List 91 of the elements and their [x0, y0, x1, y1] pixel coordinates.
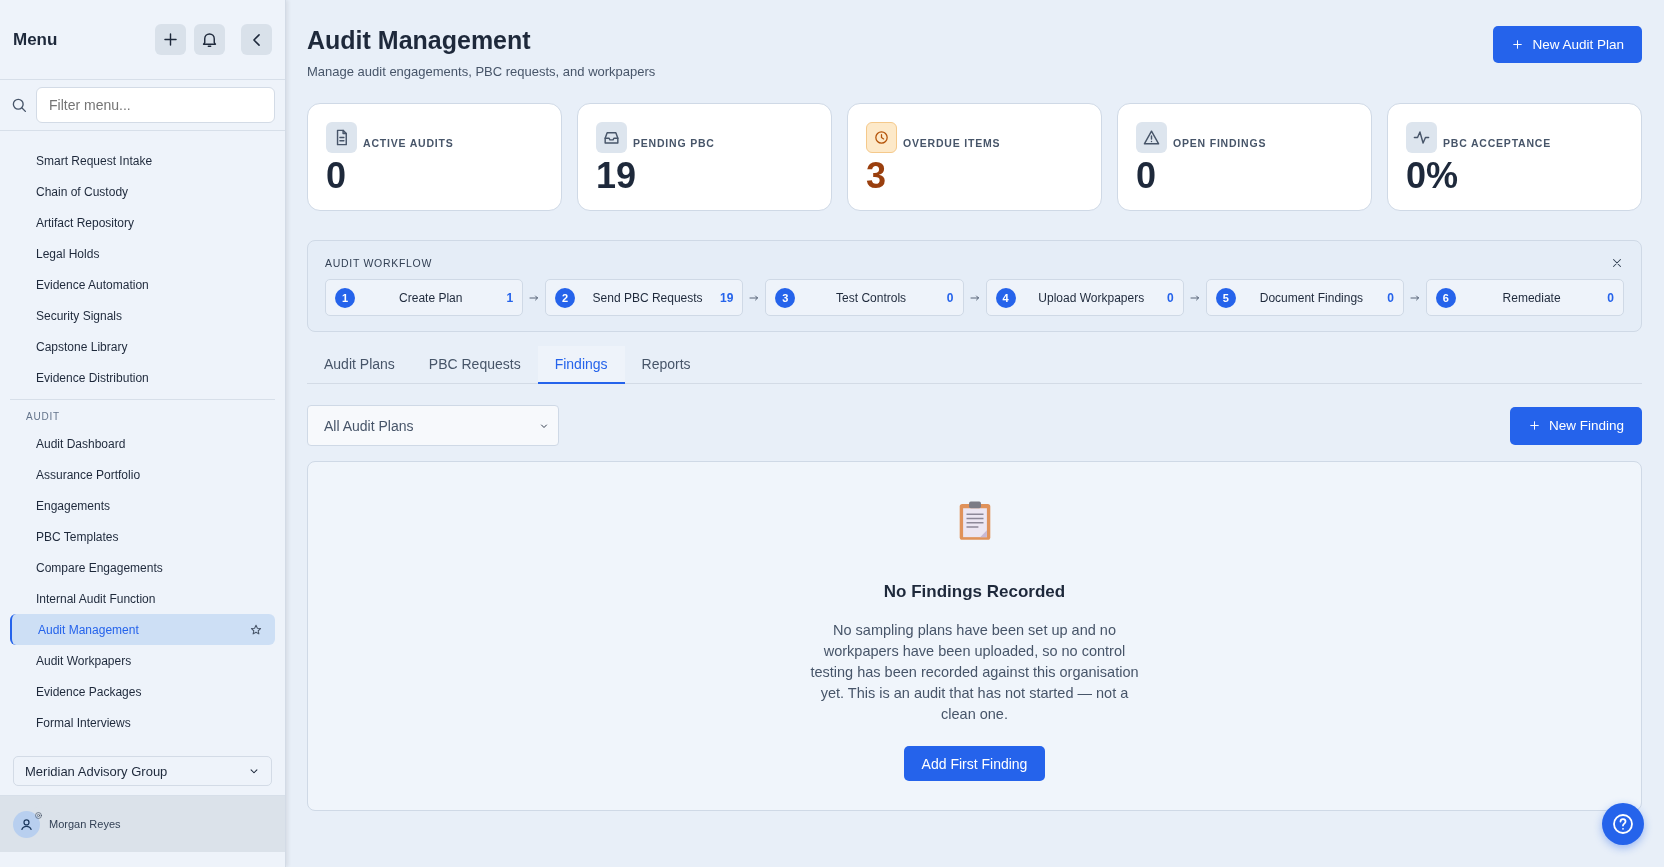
empty-state-message: No sampling plans have been set up and no workpapers have been uploaded, so no control testing has been recorded against this organisation yet. This is an audit that has not started — not a clean one. — [809, 621, 1140, 724]
stat-value: 0 — [326, 158, 348, 194]
sidebar-item[interactable]: Smart Request Intake — [10, 145, 275, 176]
page-title: Audit Management — [307, 26, 532, 55]
sidebar-item[interactable]: Audit Dashboard — [10, 428, 275, 459]
step-label: Remediate — [1501, 290, 1562, 305]
document-icon — [326, 122, 357, 153]
sidebar-item[interactable]: Security Signals — [10, 300, 275, 331]
stat-label: PENDING PBC — [633, 136, 715, 149]
sidebar-item[interactable]: Evidence Distribution — [10, 362, 275, 393]
plus-icon — [1527, 419, 1541, 432]
sidebar-item[interactable]: Formal Interviews — [10, 707, 275, 738]
help-button[interactable] — [1602, 803, 1644, 845]
step-label: Create Plan — [398, 290, 464, 305]
sidebar-item[interactable]: Artifact Repository — [10, 207, 275, 238]
add-first-finding-button[interactable]: Add First Finding — [903, 746, 1046, 781]
inbox-icon — [596, 122, 627, 153]
workflow-step[interactable]: 1 Create Plan 1 — [325, 279, 524, 316]
stat-value: 19 — [596, 158, 638, 194]
step-label: Document Findings — [1258, 290, 1365, 305]
step-count: 0 — [1607, 290, 1615, 305]
organization-select[interactable]: Meridian Advisory Group — [13, 756, 272, 786]
plus-icon — [1511, 38, 1525, 51]
workflow-step[interactable]: 4 Upload Workpapers 0 — [985, 279, 1184, 316]
step-number: 6 — [1435, 287, 1456, 308]
step-number: 1 — [335, 287, 355, 308]
search-icon — [10, 96, 28, 114]
workflow-title: AUDIT WORKFLOW — [325, 257, 433, 269]
step-number: 2 — [555, 287, 576, 308]
collapse-button[interactable] — [241, 24, 272, 55]
sidebar-item[interactable]: Evidence Packages — [10, 676, 275, 707]
stat-label: OVERDUE ITEMS — [903, 136, 1001, 149]
user-avatar[interactable] — [13, 810, 40, 838]
step-number: 4 — [995, 287, 1016, 308]
sidebar-item[interactable]: Compare Engagements — [10, 552, 275, 583]
filter-field[interactable]: Filter menu... — [36, 87, 275, 123]
tab[interactable]: Reports — [624, 346, 708, 384]
sidebar-item[interactable]: Assurance Portfolio — [10, 459, 275, 490]
workflow-step[interactable]: 2 Send PBC Requests 19 — [545, 279, 744, 316]
step-count: 0 — [1167, 290, 1174, 305]
new-audit-plan-button[interactable]: New Audit Plan — [1493, 26, 1642, 63]
tab[interactable]: PBC Requests — [411, 346, 538, 384]
step-count: 0 — [1387, 290, 1394, 305]
close-button[interactable] — [1610, 256, 1624, 270]
stat-value: 3 — [866, 158, 888, 194]
sidebar-item[interactable]: Chain of Custody — [10, 176, 275, 207]
step-label: Test Controls — [835, 290, 908, 305]
star-icon — [249, 622, 263, 637]
page-subtitle: Manage audit engagements, PBC requests, and workpapers — [307, 64, 656, 79]
notifications-button[interactable] — [194, 24, 225, 55]
menu-title: Menu — [13, 29, 58, 50]
warning-icon — [1136, 122, 1167, 153]
sidebar-item[interactable]: Evidence Automation — [10, 269, 275, 300]
stat-label: OPEN FINDINGS — [1173, 136, 1267, 149]
step-count: 0 — [946, 290, 954, 305]
sidebar-item[interactable]: Legal Holds — [10, 238, 275, 269]
sidebar-item[interactable]: PBC Templates — [10, 521, 275, 552]
new-finding-button[interactable]: New Finding — [1509, 406, 1642, 445]
workflow-step[interactable]: 6 Remediate 0 — [1425, 279, 1625, 316]
tab[interactable]: Findings — [537, 346, 625, 384]
step-number: 3 — [775, 287, 796, 308]
user-name: Morgan Reyes — [49, 818, 121, 830]
pulse-icon — [1406, 122, 1437, 153]
step-count: 1 — [506, 290, 514, 305]
sidebar-item[interactable]: Capstone Library — [10, 331, 275, 362]
plus-icon — [161, 30, 180, 49]
chevron-left-icon — [253, 33, 260, 46]
sidebar-item[interactable]: Audit Workpapers — [10, 645, 275, 676]
sidebar-item[interactable]: Internal Audit Function — [10, 583, 275, 614]
step-label: Send PBC Requests — [591, 290, 704, 305]
sidebar-item[interactable]: Audit Management — [10, 614, 275, 645]
clipboard-icon — [957, 500, 992, 542]
step-label: Upload Workpapers — [1037, 290, 1146, 305]
stat-label: ACTIVE AUDITS — [363, 136, 454, 149]
tab[interactable]: Audit Plans — [307, 346, 412, 384]
empty-state-title: No Findings Recorded — [883, 582, 1066, 602]
stat-value: 0% — [1406, 158, 1460, 194]
plan-select[interactable]: All Audit Plans — [307, 405, 559, 446]
sidebar-item[interactable]: Engagements — [10, 490, 275, 521]
close-icon — [1610, 256, 1624, 270]
stat-label: PBC ACCEPTANCE — [1443, 136, 1552, 149]
step-number: 5 — [1215, 287, 1236, 308]
help-icon — [1611, 812, 1635, 836]
add-button[interactable] — [155, 24, 186, 55]
step-count: 19 — [720, 290, 734, 305]
stat-value: 0 — [1136, 158, 1158, 194]
bell-icon — [200, 30, 219, 49]
clock-icon — [866, 122, 897, 153]
workflow-step[interactable]: 5 Document Findings 0 — [1205, 279, 1404, 316]
section-heading: AUDIT — [25, 410, 61, 424]
workflow-step[interactable]: 3 Test Controls 0 — [765, 279, 964, 316]
